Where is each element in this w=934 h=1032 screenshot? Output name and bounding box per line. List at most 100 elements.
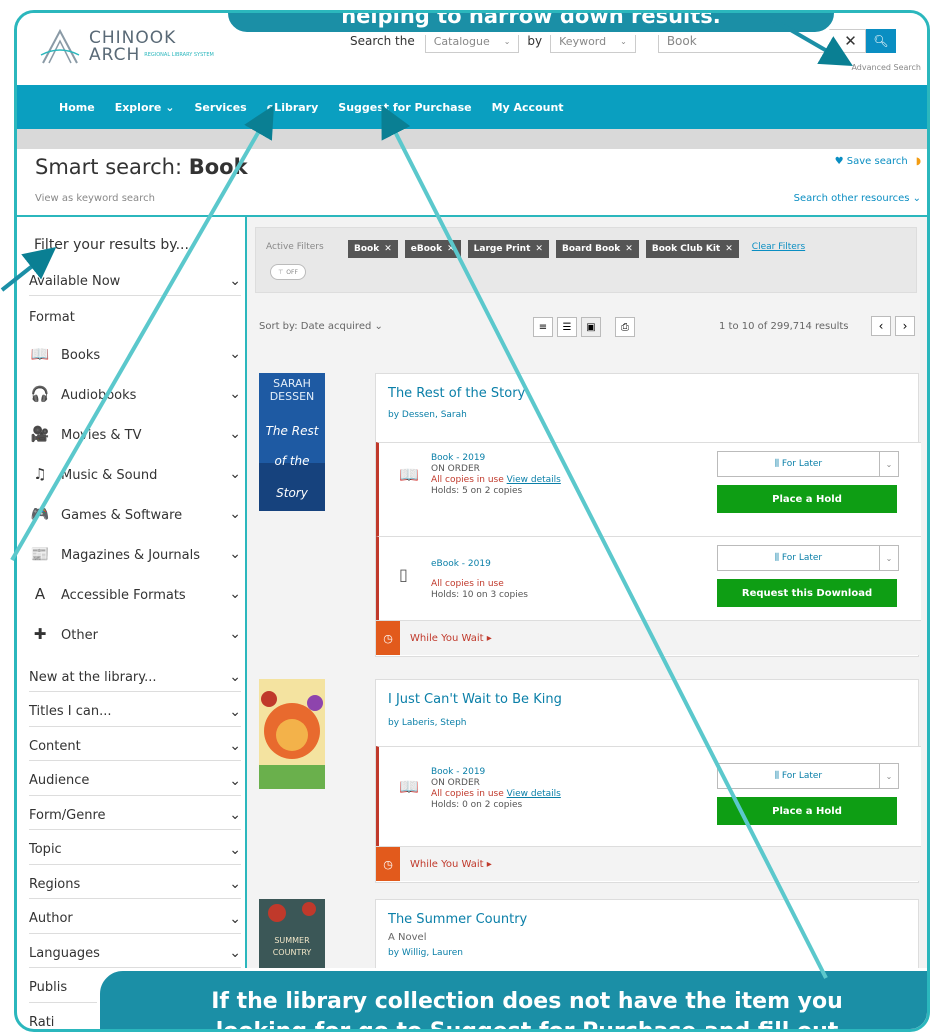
filter-group-1[interactable]: Titles I can... ⌄ (29, 698, 241, 727)
shelf-icon: ⫼ (774, 553, 780, 563)
result-title[interactable]: The Summer Country (388, 912, 527, 927)
result-card: The Rest of the Story by Dessen, Sarah 📖… (375, 373, 921, 657)
search-query: Book (666, 34, 697, 48)
filter-group-0[interactable]: New at the library... ⌄ (29, 663, 241, 692)
place-hold-button[interactable]: Place a Hold (717, 485, 897, 513)
advanced-search-link[interactable]: Advanced Search (851, 63, 921, 72)
clear-filters-link[interactable]: Clear Filters (752, 242, 805, 258)
view-details-link[interactable]: View details (507, 789, 561, 799)
chevron-down-icon: ⌄ (229, 807, 241, 823)
item-holds: Holds: 10 on 3 copies (431, 590, 528, 600)
filter-chip[interactable]: Book Club Kit ✕ (645, 240, 739, 258)
sort-dropdown[interactable]: Sort by: Date acquired ⌄ (259, 321, 383, 332)
format-filter-7[interactable]: ✚ Other ⌄ (29, 621, 241, 647)
chevron-down-icon: ⌄ (229, 841, 241, 858)
nav-explore[interactable]: Explore ⌄ (115, 101, 175, 114)
close-icon[interactable]: ✕ (535, 244, 543, 254)
cover-text: The Rest (266, 424, 320, 438)
format-heading: Format (29, 307, 241, 327)
keyword-search-link[interactable]: View as keyword search (35, 193, 155, 204)
while-you-wait-bar[interactable]: ◷ While You Wait ▸ (376, 846, 921, 881)
prev-page-button[interactable]: ‹ (871, 316, 891, 336)
filter-group-8[interactable]: Languages ⌄ (29, 939, 241, 968)
filter-chip[interactable]: Board Book ✕ (555, 240, 639, 258)
filter-group-7[interactable]: Author ⌄ (29, 905, 241, 934)
close-icon[interactable]: ✕ (625, 244, 633, 254)
while-you-wait-bar[interactable]: ◷ While You Wait ▸ (376, 620, 921, 655)
nav-home[interactable]: Home (59, 101, 95, 114)
for-later-button[interactable]: ⫼ For Later ⌄ (717, 451, 899, 477)
clear-icon[interactable]: ✕ (844, 32, 857, 50)
filter-sidebar: Filter your results by... Available Now ⌄… (17, 217, 247, 1029)
filter-chip[interactable]: eBook ✕ (404, 240, 461, 258)
list-view-icon[interactable]: ≡ (533, 317, 553, 337)
filter-available-now[interactable]: Available Now ⌄ (29, 267, 241, 296)
detailed-list-icon[interactable]: ☰ (557, 317, 577, 337)
result-author[interactable]: by Laberis, Steph (388, 718, 467, 728)
view-details-link[interactable]: View details (507, 475, 561, 485)
callout-bottom-line-1: If the library collection does not have … (211, 989, 843, 1014)
search-button[interactable]: 🔍︎ (865, 29, 896, 53)
filter-group-4[interactable]: Form/Genre ⌄ (29, 801, 241, 830)
result-author[interactable]: by Dessen, Sarah (388, 410, 467, 420)
availability-text: All copies in use (431, 475, 507, 485)
save-search-link[interactable]: ♥ Save search ◗ (835, 156, 921, 167)
search-other-resources-link[interactable]: Search other resources ⌄ (794, 193, 921, 204)
filter-chip[interactable]: Book ✕ (348, 240, 398, 258)
library-logo[interactable]: CHINOOK ARCH REGIONAL LIBRARY SYSTEM (39, 27, 214, 67)
place-hold-button[interactable]: Place a Hold (717, 797, 897, 825)
for-later-button[interactable]: ⫼ For Later ⌄ (717, 763, 899, 789)
print-icon[interactable]: ⎙ (615, 317, 635, 337)
format-filter-0[interactable]: 📖 Books ⌄ (29, 341, 241, 367)
next-page-button[interactable]: › (895, 316, 915, 336)
cover-text: of the (274, 454, 309, 468)
chevron-down-icon: ⌄ (229, 546, 241, 562)
filter-group-6[interactable]: Regions ⌄ (29, 870, 241, 899)
filter-chip[interactable]: Large Print ✕ (467, 240, 549, 258)
item-availability: All copies in use View details (431, 789, 561, 799)
filter-group-label: Topic (29, 842, 62, 857)
filter-group-label: New at the library... (29, 669, 157, 685)
format-filter-6[interactable]: A Accessible Formats ⌄ (29, 581, 241, 607)
format-filter-1[interactable]: 🎧 Audiobooks ⌄ (29, 381, 241, 407)
request-download-button[interactable]: Request this Download (717, 579, 897, 607)
filter-group-5[interactable]: Topic ⌄ (29, 836, 241, 865)
music-note-icon: ♫ (33, 465, 47, 483)
title-query: Book (188, 155, 248, 179)
format-filter-2[interactable]: 🎥 Movies & TV ⌄ (29, 421, 241, 447)
callout-top: helping to narrow down results. (225, 13, 837, 35)
tablet-icon: ▯ (399, 565, 408, 584)
format-filter-5[interactable]: 📰 Magazines & Journals ⌄ (29, 541, 241, 567)
filter-group-label: Form/Genre (29, 807, 106, 823)
close-icon[interactable]: ✕ (447, 244, 455, 254)
letter-a-icon: A (34, 585, 46, 603)
cover-text: SUMMER (274, 936, 310, 945)
nav-suggest-for-purchase[interactable]: Suggest for Purchase (338, 101, 471, 114)
chevron-down-icon: ⌄ (229, 426, 241, 442)
nav-my-account[interactable]: My Account (492, 101, 564, 114)
filter-group-3[interactable]: Audience ⌄ (29, 767, 241, 796)
filters-toggle[interactable]: ⊤ OFF (270, 264, 306, 280)
close-icon[interactable]: ✕ (384, 244, 392, 254)
item-status: ON ORDER (431, 778, 480, 788)
nav-elibrary[interactable]: eLibrary (267, 101, 319, 114)
format-filter-3[interactable]: ♫ Music & Sound ⌄ (29, 461, 241, 487)
for-later-button[interactable]: ⫼ For Later ⌄ (717, 545, 899, 571)
result-title[interactable]: I Just Can't Wait to Be King (388, 692, 562, 707)
format-heading-label: Format (29, 309, 75, 325)
book-cover[interactable] (259, 679, 325, 789)
result-title[interactable]: The Rest of the Story (388, 386, 525, 401)
nav-services[interactable]: Services (194, 101, 246, 114)
chevron-down-icon[interactable]: ⌄ (879, 452, 898, 476)
chevron-down-icon[interactable]: ⌄ (879, 546, 898, 570)
book-cover[interactable]: SARAH DESSEN The Rest of the Story (259, 373, 325, 511)
grid-view-icon[interactable]: ▣ (581, 317, 601, 337)
result-author[interactable]: by Willig, Lauren (388, 948, 463, 958)
gamepad-icon: 🎮 (30, 505, 50, 523)
filter-group-2[interactable]: Content ⌄ (29, 732, 241, 761)
close-icon[interactable]: ✕ (725, 244, 733, 254)
chevron-down-icon[interactable]: ⌄ (879, 764, 898, 788)
rss-icon[interactable]: ◗ (916, 156, 921, 167)
result-subtitle: A Novel (388, 932, 427, 943)
format-filter-4[interactable]: 🎮 Games & Software ⌄ (29, 501, 241, 527)
